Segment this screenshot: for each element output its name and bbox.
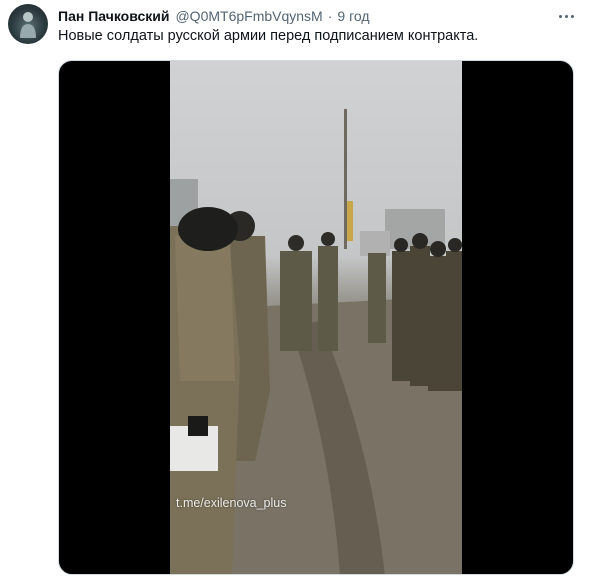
separator-dot: · — [327, 8, 333, 24]
author-handle[interactable]: @Q0MT6pFmbVqynsM — [175, 8, 322, 24]
avatar[interactable] — [8, 4, 48, 44]
tweet: Пан Пачковский @Q0MT6pFmbVqynsM · 9 год … — [0, 0, 590, 583]
video-watermark: t.me/exilenova_plus — [176, 496, 287, 510]
tweet-media[interactable]: t.me/exilenova_plus — [58, 60, 574, 575]
more-horizontal-icon — [558, 14, 562, 18]
tweet-text: Новые солдаты русской армии перед подпис… — [58, 28, 479, 44]
more-options-button[interactable] — [554, 8, 578, 24]
tweet-header: Пан Пачковский @Q0MT6pFmbVqynsM · 9 год — [58, 6, 370, 26]
author-name[interactable]: Пан Пачковский — [58, 8, 169, 24]
profile-avatar-icon — [20, 12, 36, 38]
tweet-time[interactable]: 9 год — [337, 8, 369, 24]
video-frame[interactable]: t.me/exilenova_plus — [170, 61, 462, 574]
